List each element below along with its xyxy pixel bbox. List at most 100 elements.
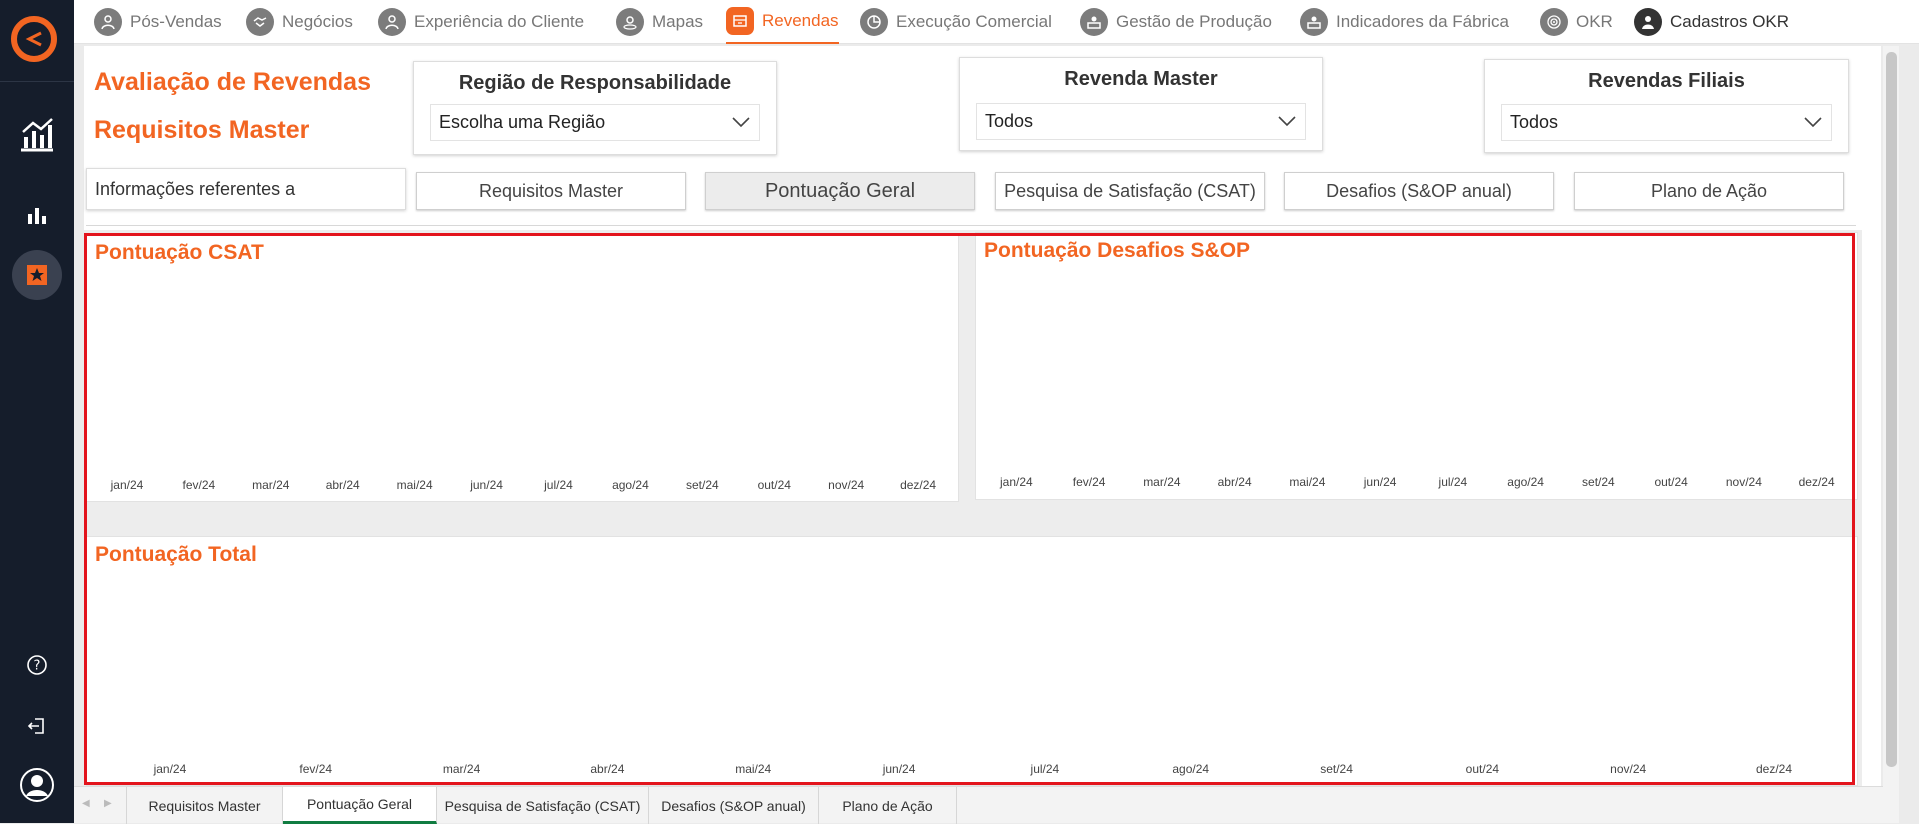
nav-cadastros-okr[interactable]: Cadastros OKR xyxy=(1634,0,1789,44)
x-tick-label: nov/24 xyxy=(828,478,865,492)
nav-label: Negócios xyxy=(282,12,353,31)
x-tick-label: mai/24 xyxy=(735,762,772,776)
svg-text:?: ? xyxy=(34,659,41,674)
scrollbar-thumb[interactable] xyxy=(1886,52,1897,767)
x-tick-label: jul/24 xyxy=(1438,475,1468,489)
nav-mapas[interactable]: Mapas xyxy=(616,0,703,44)
chart-pontuacao-csat[interactable]: Pontuação CSAT jan/24 fev/24 mar/24 abr/… xyxy=(86,234,959,502)
target-icon xyxy=(1540,8,1568,36)
x-tick-label: jan/24 xyxy=(110,478,144,492)
btn-plano-acao[interactable]: Plano de Ação xyxy=(1574,172,1844,210)
nav-experiencia-cliente[interactable]: Experiência do Cliente xyxy=(378,0,584,44)
chart-title: Pontuação Total xyxy=(95,543,257,566)
chart-pontuacao-desafios[interactable]: Pontuação Desafios S&OP jan/24 fev/24 ma… xyxy=(975,232,1858,500)
nav-label: OKR xyxy=(1576,12,1613,31)
x-tick-label: set/24 xyxy=(685,478,719,492)
nav-label: Indicadores da Fábrica xyxy=(1336,12,1509,31)
brand-logo-icon[interactable] xyxy=(11,16,57,62)
x-tick-label: ago/24 xyxy=(1507,475,1544,489)
nav-indicadores-fabrica[interactable]: Indicadores da Fábrica xyxy=(1300,0,1509,44)
x-tick-label: abr/24 xyxy=(325,478,360,492)
tab-scroll-right-icon[interactable]: ▶ xyxy=(104,798,112,809)
person-icon xyxy=(378,8,406,36)
report-canvas: Avaliação de Revendas Requisitos Master … xyxy=(84,46,1881,788)
x-tick-label: abr/24 xyxy=(1217,475,1252,489)
analytics-icon[interactable] xyxy=(17,114,57,154)
nav-pos-vendas[interactable]: Pós-Vendas xyxy=(94,0,222,44)
user-avatar-icon[interactable] xyxy=(18,766,56,804)
btn-pesquisa-satisfacao[interactable]: Pesquisa de Satisfação (CSAT) xyxy=(995,172,1265,210)
vertical-scrollbar[interactable] xyxy=(1883,46,1899,823)
x-tick-label: set/24 xyxy=(1582,475,1615,489)
x-tick-label: jul/24 xyxy=(544,478,573,492)
slicer-regiao: Região de Responsabilidade Escolha uma R… xyxy=(413,61,777,155)
x-tick-label: set/24 xyxy=(1320,762,1353,776)
x-tick-label: mar/24 xyxy=(1143,475,1181,489)
revenda-master-dropdown[interactable]: Todos xyxy=(976,103,1306,140)
x-tick-label: dez/24 xyxy=(1756,762,1793,776)
x-tick-label: mai/24 xyxy=(1289,475,1326,489)
slicer-revendas-filiais: Revendas Filiais Todos xyxy=(1484,59,1849,153)
nav-revendas[interactable]: Revendas xyxy=(726,0,839,44)
btn-desafios[interactable]: Desafios (S&OP anual) xyxy=(1284,172,1554,210)
nav-okr[interactable]: OKR xyxy=(1540,0,1613,44)
logout-icon[interactable] xyxy=(25,714,49,738)
report-subtitle: Requisitos Master xyxy=(94,116,310,144)
x-tick-label: ago/24 xyxy=(1172,762,1210,776)
x-axis: jan/24 fev/24 mar/24 abr/24 mai/24 jun/2… xyxy=(87,478,958,492)
charts-area: Pontuação CSAT jan/24 fev/24 mar/24 abr/… xyxy=(84,230,1862,788)
star-report-icon[interactable] xyxy=(12,250,62,300)
x-tick-label: dez/24 xyxy=(900,478,937,492)
person-icon xyxy=(1634,8,1662,36)
store-icon xyxy=(726,7,754,35)
x-tick-label: jul/24 xyxy=(1030,762,1060,776)
nav-label: Pós-Vendas xyxy=(130,12,222,31)
regiao-dropdown[interactable]: Escolha uma Região xyxy=(430,104,760,141)
x-tick-label: fev/24 xyxy=(182,478,216,492)
sidebar: ? xyxy=(0,0,74,823)
revendas-filiais-dropdown[interactable]: Todos xyxy=(1501,104,1832,141)
x-tick-label: nov/24 xyxy=(1610,762,1647,776)
tab-requisitos-master[interactable]: Requisitos Master xyxy=(126,787,283,824)
nav-label: Cadastros OKR xyxy=(1670,12,1790,31)
chevron-down-icon xyxy=(1278,116,1296,127)
x-tick-label: ago/24 xyxy=(612,478,649,492)
btn-pontuacao-geral[interactable]: Pontuação Geral xyxy=(705,172,975,210)
top-navigation: Pós-Vendas Negócios Experiência do Clien… xyxy=(74,0,1919,44)
x-tick-label: out/24 xyxy=(1465,762,1500,776)
slicer-label: Revenda Master xyxy=(1064,68,1218,90)
bar-chart-icon[interactable] xyxy=(25,203,49,227)
x-tick-label: mar/24 xyxy=(442,762,481,776)
x-tick-label: jun/24 xyxy=(470,478,503,492)
dropdown-value: Todos xyxy=(985,111,1034,131)
tab-pesquisa-satisfacao[interactable]: Pesquisa de Satisfação (CSAT) xyxy=(437,787,649,824)
report-title: Avaliação de Revendas xyxy=(94,68,371,96)
btn-requisitos-master[interactable]: Requisitos Master xyxy=(416,172,686,210)
factory-icon xyxy=(1300,8,1328,36)
x-tick-label: mar/24 xyxy=(252,478,290,492)
nav-label: Revendas xyxy=(762,11,839,30)
chart-pontuacao-total[interactable]: Pontuação Total jan/24 fev/24 mar/24 abr… xyxy=(86,536,1858,786)
slicer-label: Região de Responsabilidade xyxy=(458,72,732,94)
chart-title: Pontuação Desafios S&OP xyxy=(984,239,1251,262)
x-tick-label: fev/24 xyxy=(1072,475,1106,489)
chevron-down-icon xyxy=(732,117,750,128)
x-tick-label: mai/24 xyxy=(396,478,433,492)
tab-pontuacao-geral[interactable]: Pontuação Geral xyxy=(283,787,437,824)
pie-icon xyxy=(860,8,888,36)
help-icon[interactable]: ? xyxy=(25,653,49,677)
dropdown-value: Todos xyxy=(1510,112,1559,132)
tab-desafios[interactable]: Desafios (S&OP anual) xyxy=(649,787,819,824)
x-axis: jan/24 fev/24 mar/24 abr/24 mai/24 jun/2… xyxy=(976,475,1857,489)
handshake-icon xyxy=(246,8,274,36)
nav-negocios[interactable]: Negócios xyxy=(246,0,353,44)
nav-execucao-comercial[interactable]: Execução Comercial xyxy=(860,0,1052,44)
nav-gestao-producao[interactable]: Gestão de Produção xyxy=(1080,0,1272,44)
tab-plano-acao[interactable]: Plano de Ação xyxy=(819,787,957,824)
dropdown-value: Escolha uma Região xyxy=(439,112,606,132)
tab-scroll-left-icon[interactable]: ◀ xyxy=(82,798,90,809)
x-tick-label: out/24 xyxy=(1654,475,1688,489)
nav-label: Mapas xyxy=(652,12,704,31)
x-axis: jan/24 fev/24 mar/24 abr/24 mai/24 jun/2… xyxy=(87,762,1857,776)
chevron-down-icon xyxy=(1804,117,1822,128)
